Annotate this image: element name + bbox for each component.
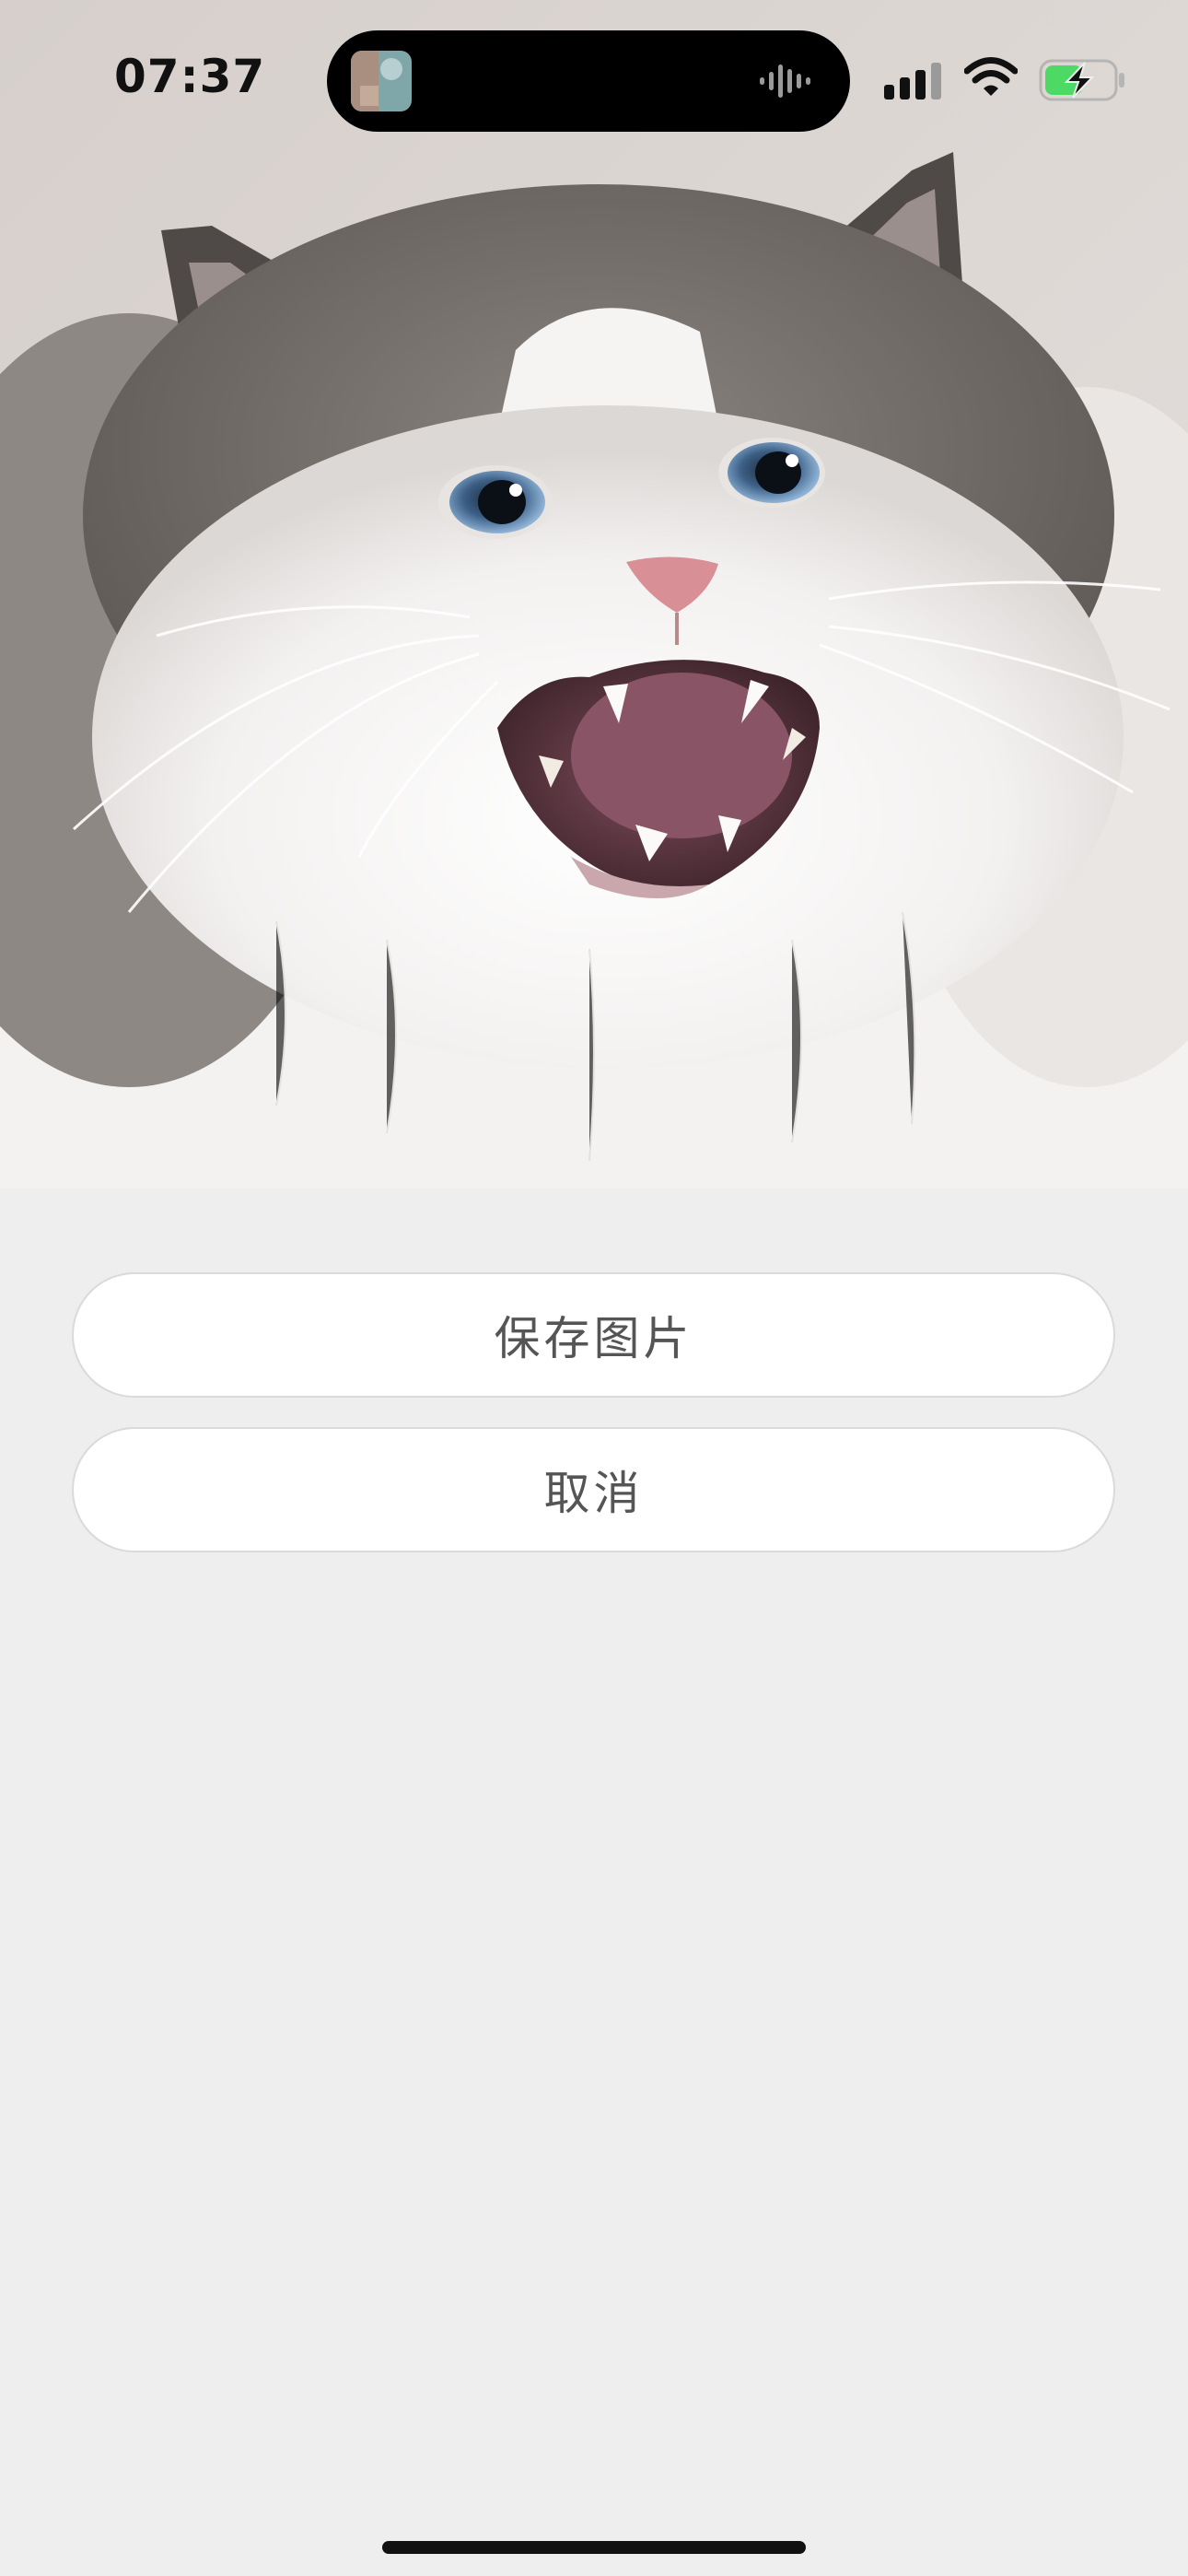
signal-icon <box>884 63 941 100</box>
now-playing-artwork-icon <box>351 51 412 111</box>
home-indicator[interactable] <box>382 2541 806 2554</box>
battery-charging-icon <box>1039 59 1124 101</box>
save-image-button[interactable]: 保存图片 <box>72 1272 1115 1398</box>
cat-photo <box>0 0 1188 1188</box>
dynamic-island[interactable] <box>327 30 850 132</box>
audio-waveform-icon <box>760 64 810 98</box>
cancel-button[interactable]: 取消 <box>72 1427 1115 1552</box>
wifi-icon <box>964 57 1018 96</box>
status-bar: 07:37 <box>0 0 1188 157</box>
cat-image <box>0 0 1188 1188</box>
status-time: 07:37 <box>114 50 266 103</box>
